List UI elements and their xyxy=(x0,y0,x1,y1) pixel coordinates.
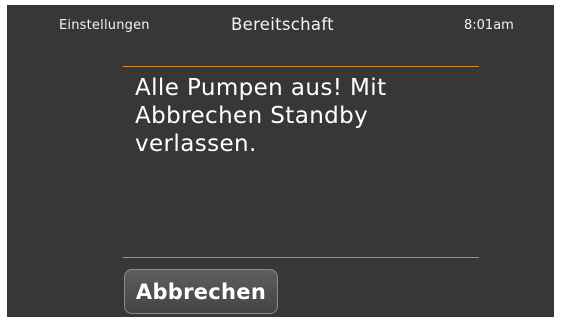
cancel-button[interactable]: Abbrechen xyxy=(124,269,278,314)
clock: 8:01am xyxy=(464,18,514,33)
divider-top xyxy=(123,66,479,67)
settings-link[interactable]: Einstellungen xyxy=(59,18,150,33)
standby-screen: Einstellungen Bereitschaft 8:01am Alle P… xyxy=(7,5,554,317)
page-title: Bereitschaft xyxy=(231,15,334,34)
divider-bottom xyxy=(123,257,479,258)
standby-message: Alle Pumpen aus! Mit Abbrechen Standby v… xyxy=(135,75,387,157)
